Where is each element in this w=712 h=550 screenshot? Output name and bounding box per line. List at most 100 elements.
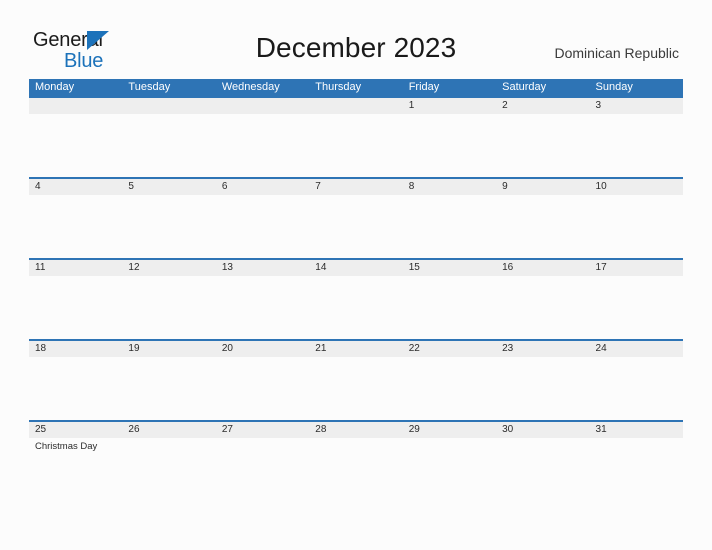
day-cell[interactable]: 31 xyxy=(590,422,683,438)
event-cell[interactable] xyxy=(122,195,215,258)
event-cell[interactable] xyxy=(309,114,402,177)
event-cell[interactable] xyxy=(496,357,589,420)
weekday-header-tuesday: Tuesday xyxy=(128,81,171,93)
day-cell[interactable]: 17 xyxy=(590,260,683,276)
event-cell[interactable] xyxy=(590,438,683,501)
event-cell[interactable] xyxy=(122,276,215,339)
day-number: 22 xyxy=(408,343,420,354)
event-cell[interactable] xyxy=(122,438,215,501)
day-cell[interactable]: 19 xyxy=(122,341,215,357)
day-cell[interactable]: 10 xyxy=(590,179,683,195)
day-cell[interactable]: 25 xyxy=(29,422,122,438)
event-cell[interactable] xyxy=(122,357,215,420)
day-number: 2 xyxy=(502,100,508,111)
day-cell[interactable]: 4 xyxy=(29,179,122,195)
day-cell[interactable]: 9 xyxy=(496,179,589,195)
calendar-week-row: 18 19 20 21 22 23 24 xyxy=(29,339,683,420)
day-cell[interactable]: 2 xyxy=(496,98,589,114)
event-cell[interactable] xyxy=(309,276,402,339)
day-cell[interactable]: 30 xyxy=(496,422,589,438)
event-cell[interactable] xyxy=(496,195,589,258)
event-cell[interactable] xyxy=(403,357,496,420)
event-cell[interactable] xyxy=(403,276,496,339)
event-cell[interactable] xyxy=(496,276,589,339)
day-number: 1 xyxy=(408,100,415,111)
event-cell[interactable] xyxy=(309,357,402,420)
event-cell[interactable] xyxy=(309,438,402,501)
event-cell[interactable] xyxy=(590,114,683,177)
event-cell[interactable] xyxy=(29,195,122,258)
event-cell[interactable] xyxy=(403,438,496,501)
event-cell[interactable] xyxy=(29,357,122,420)
day-cell[interactable] xyxy=(309,98,402,114)
day-cell[interactable]: 12 xyxy=(122,260,215,276)
day-number: 16 xyxy=(502,262,514,273)
calendar-week-row: 1 2 3 xyxy=(29,96,683,177)
event-cell[interactable] xyxy=(309,195,402,258)
day-number: 21 xyxy=(315,343,327,354)
day-cell[interactable]: 22 xyxy=(403,341,496,357)
day-number: 31 xyxy=(595,424,607,435)
day-cell[interactable]: 5 xyxy=(122,179,215,195)
event-cell[interactable] xyxy=(590,195,683,258)
day-cell[interactable]: 7 xyxy=(309,179,402,195)
day-number: 14 xyxy=(315,262,327,273)
event-cell[interactable] xyxy=(216,438,309,501)
week-events-row xyxy=(29,357,683,420)
weekday-header-row: Monday Tuesday Wednesday Thursday Friday… xyxy=(29,79,683,96)
day-cell[interactable]: 27 xyxy=(216,422,309,438)
event-cell[interactable] xyxy=(122,114,215,177)
event-cell[interactable] xyxy=(590,357,683,420)
event-cell[interactable] xyxy=(216,357,309,420)
weekday-header-friday: Friday xyxy=(408,81,440,93)
event-cell[interactable] xyxy=(403,114,496,177)
calendar-week-row: 4 5 6 7 8 9 10 xyxy=(29,177,683,258)
calendar-grid: Monday Tuesday Wednesday Thursday Friday… xyxy=(29,79,683,501)
event-cell[interactable] xyxy=(29,276,122,339)
day-number: 15 xyxy=(408,262,420,273)
calendar-week-row: 11 12 13 14 15 16 17 xyxy=(29,258,683,339)
day-number: 26 xyxy=(128,424,140,435)
event-cell[interactable] xyxy=(590,276,683,339)
event-cell[interactable]: Christmas Day xyxy=(29,438,122,501)
region-label: Dominican Republic xyxy=(554,45,679,61)
day-cell[interactable]: 11 xyxy=(29,260,122,276)
day-number: 20 xyxy=(221,343,233,354)
event-cell[interactable] xyxy=(496,438,589,501)
day-cell[interactable]: 23 xyxy=(496,341,589,357)
event-cell[interactable] xyxy=(216,114,309,177)
day-cell[interactable]: 6 xyxy=(216,179,309,195)
day-cell[interactable]: 13 xyxy=(216,260,309,276)
day-number: 13 xyxy=(221,262,233,273)
day-cell[interactable]: 28 xyxy=(309,422,402,438)
week-date-band: 4 5 6 7 8 9 10 xyxy=(29,179,683,195)
day-cell[interactable]: 16 xyxy=(496,260,589,276)
day-number: 7 xyxy=(315,181,321,192)
day-cell[interactable] xyxy=(122,98,215,114)
event-cell[interactable] xyxy=(29,114,122,177)
event-cell[interactable] xyxy=(216,195,309,258)
day-cell[interactable]: 29 xyxy=(403,422,496,438)
event-cell[interactable] xyxy=(496,114,589,177)
day-cell[interactable]: 26 xyxy=(122,422,215,438)
event-label: Christmas Day xyxy=(35,441,98,452)
day-cell[interactable]: 18 xyxy=(29,341,122,357)
day-cell[interactable]: 15 xyxy=(403,260,496,276)
day-number: 10 xyxy=(595,181,607,192)
day-cell[interactable]: 20 xyxy=(216,341,309,357)
weekday-header-saturday: Saturday xyxy=(502,81,547,93)
day-cell[interactable]: 1 xyxy=(403,98,496,114)
day-cell[interactable]: 21 xyxy=(309,341,402,357)
day-cell[interactable] xyxy=(29,98,122,114)
day-number: 29 xyxy=(408,424,420,435)
day-cell[interactable]: 8 xyxy=(403,179,496,195)
event-cell[interactable] xyxy=(403,195,496,258)
day-number: 23 xyxy=(502,343,514,354)
day-number: 6 xyxy=(221,181,228,192)
day-cell[interactable]: 3 xyxy=(590,98,683,114)
event-cell[interactable] xyxy=(216,276,309,339)
day-cell[interactable] xyxy=(216,98,309,114)
day-cell[interactable]: 24 xyxy=(590,341,683,357)
weekday-header-monday: Monday xyxy=(35,81,75,93)
day-cell[interactable]: 14 xyxy=(309,260,402,276)
